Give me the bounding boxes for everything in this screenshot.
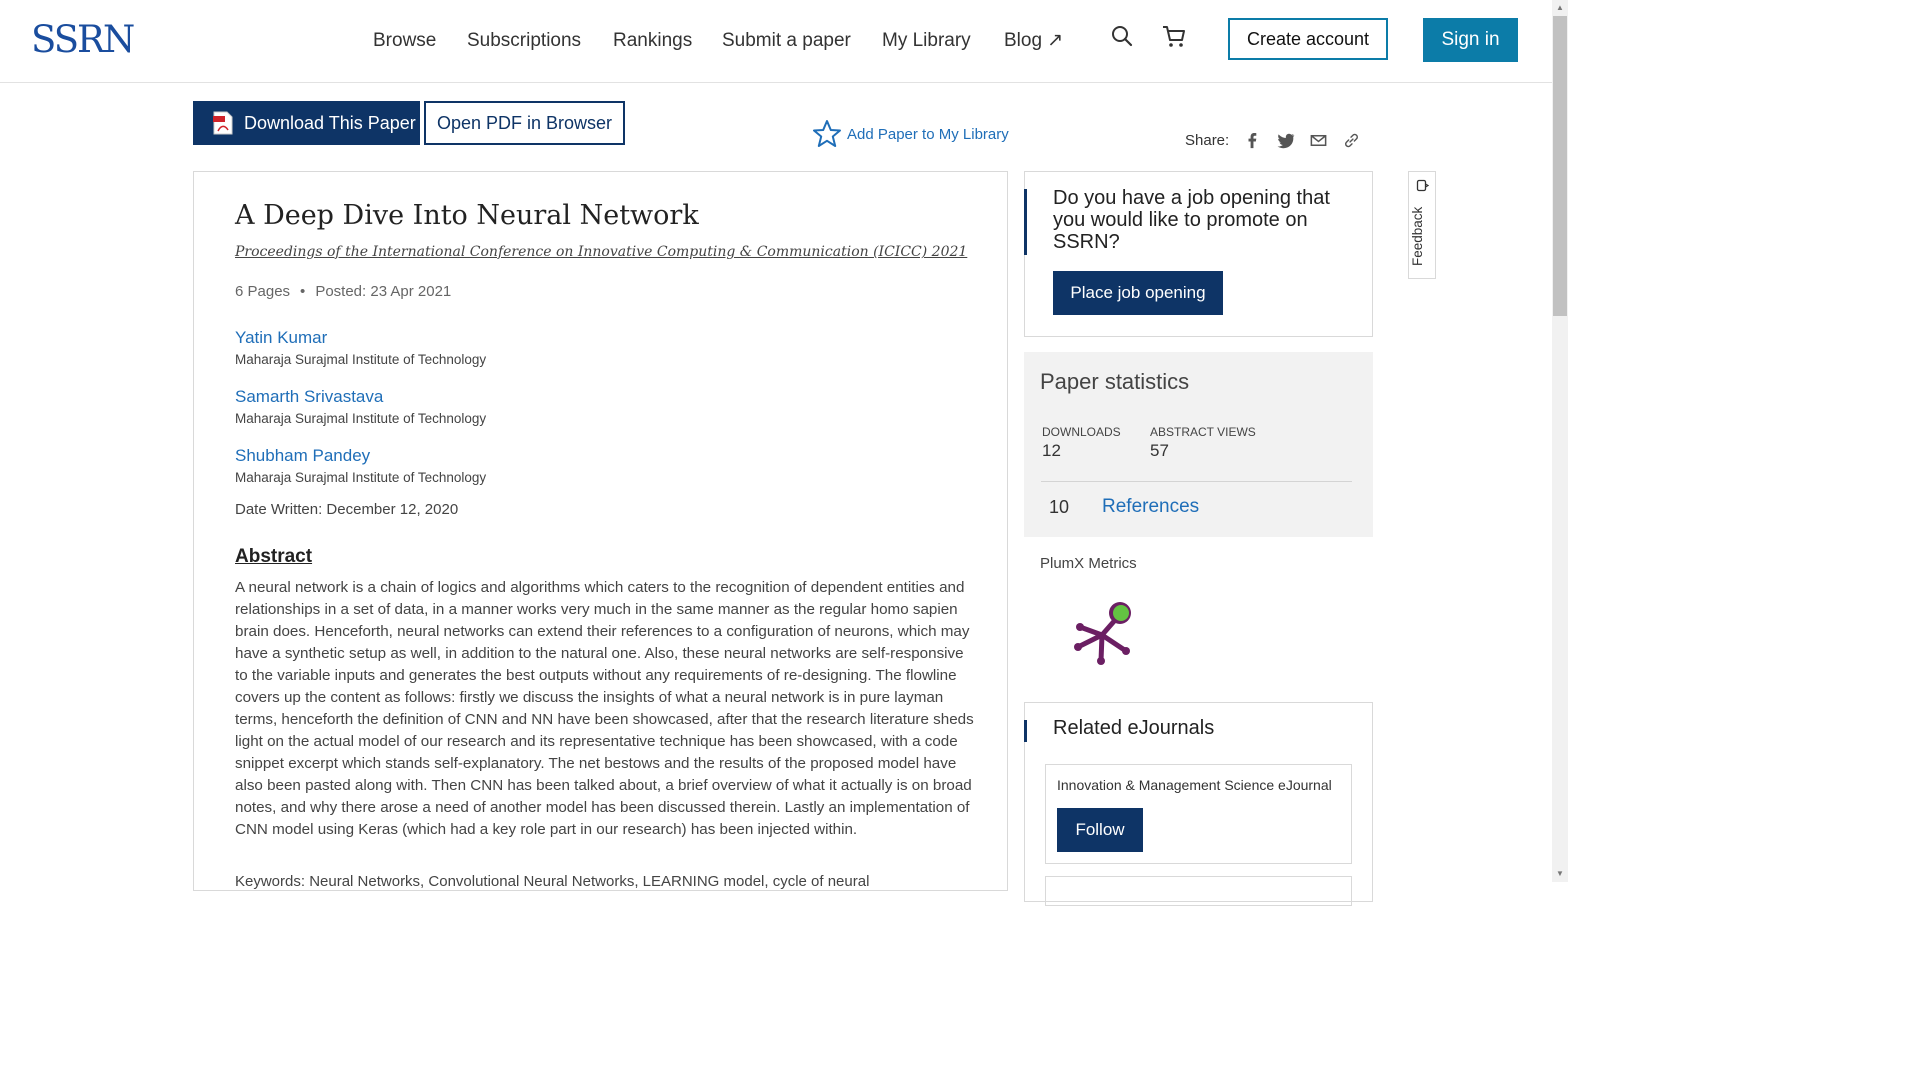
email-icon[interactable] — [1309, 131, 1328, 150]
ejournals-accent-bar — [1024, 720, 1027, 742]
nav-my-library[interactable]: My Library — [882, 28, 971, 54]
feedback-label: Feedback — [1410, 206, 1425, 266]
nav-browse[interactable]: Browse — [373, 28, 436, 54]
keywords: Keywords: Neural Networks, Convolutional… — [235, 873, 870, 890]
nav-subscriptions[interactable]: Subscriptions — [467, 28, 581, 54]
scrollbar-thumb[interactable] — [1553, 16, 1567, 316]
author-link[interactable]: Samarth Srivastava — [235, 387, 383, 407]
downloads-label: DOWNLOADS — [1042, 425, 1121, 439]
paper-statistics-title: Paper statistics — [1040, 369, 1190, 394]
follow-button[interactable]: Follow — [1057, 808, 1143, 852]
author-affiliation: Maharaja Surajmal Institute of Technolog… — [235, 470, 487, 485]
date-written: Date Written: December 12, 2020 — [235, 501, 459, 518]
proceedings-link[interactable]: Proceedings of the International Confere… — [235, 244, 967, 260]
abstract-text: A neural network is a chain of logics an… — [235, 579, 974, 838]
twitter-icon[interactable] — [1276, 131, 1295, 150]
abstract-views-value: 57 — [1150, 441, 1169, 460]
search-icon-glyph — [1112, 26, 1133, 47]
top-navigation-bar: SSRN Browse Subscriptions Rankings Submi… — [0, 0, 1552, 83]
author-link[interactable]: Yatin Kumar — [235, 328, 327, 348]
pdf-icon — [213, 111, 233, 135]
nav-rankings[interactable]: Rankings — [613, 28, 692, 54]
place-job-opening-button[interactable]: Place job opening — [1053, 271, 1223, 315]
abstract-views-label: ABSTRACT VIEWS — [1150, 425, 1256, 439]
scroll-up-icon[interactable]: ▲ — [1552, 0, 1568, 16]
paper-meta: 6 Pages • Posted: 23 Apr 2021 — [235, 283, 451, 300]
nav-submit-paper[interactable]: Submit a paper — [722, 28, 851, 54]
references-link[interactable]: References — [1102, 496, 1199, 518]
link-icon[interactable] — [1342, 131, 1361, 150]
meta-separator: • — [300, 283, 306, 300]
plumx-logo-icon[interactable] — [1070, 597, 1140, 669]
ejournal-item — [1045, 876, 1352, 906]
open-pdf-button[interactable]: Open PDF in Browser — [424, 101, 625, 145]
scroll-down-icon[interactable]: ▼ — [1552, 866, 1568, 882]
share-bar: Share: — [1185, 131, 1361, 150]
author-affiliation: Maharaja Surajmal Institute of Technolog… — [235, 352, 487, 367]
related-ejournals-title: Related eJournals — [1053, 717, 1215, 739]
paper-title: A Deep Dive Into Neural Network — [235, 200, 699, 231]
create-account-button[interactable]: Create account — [1228, 18, 1388, 60]
job-opening-question: Do you have a job opening that you would… — [1053, 187, 1330, 253]
stats-divider — [1041, 481, 1352, 482]
download-paper-label: Download This Paper — [244, 112, 416, 133]
facebook-icon[interactable] — [1243, 131, 1262, 150]
search-icon[interactable] — [1110, 24, 1136, 52]
posted-date: Posted: 23 Apr 2021 — [315, 283, 452, 300]
share-label: Share: — [1185, 132, 1230, 149]
author-link[interactable]: Shubham Pandey — [235, 446, 370, 466]
job-accent-bar — [1024, 189, 1027, 255]
author-affiliation: Maharaja Surajmal Institute of Technolog… — [235, 411, 487, 426]
references-count: 10 — [1049, 497, 1070, 517]
star-icon — [813, 120, 841, 147]
add-to-library-link[interactable]: Add Paper to My Library — [812, 119, 1009, 149]
nav-blog[interactable]: Blog ↗ — [1004, 28, 1063, 54]
plumx-metrics-title: PlumX Metrics — [1040, 555, 1137, 572]
sign-in-button[interactable]: Sign in — [1423, 18, 1518, 62]
download-paper-button[interactable]: Download This Paper — [193, 101, 420, 145]
ejournal-name[interactable]: Innovation & Management Science eJournal — [1057, 777, 1332, 793]
cart-icon[interactable] — [1161, 24, 1187, 52]
downloads-value: 12 — [1042, 441, 1061, 460]
ssrn-logo[interactable]: SSRN — [31, 20, 135, 60]
cart-icon-glyph — [1163, 26, 1185, 47]
add-to-library-label: Add Paper to My Library — [847, 125, 1009, 143]
abstract-heading: Abstract — [235, 546, 313, 567]
feedback-icon — [1416, 179, 1429, 192]
page-count: 6 Pages — [235, 283, 291, 300]
